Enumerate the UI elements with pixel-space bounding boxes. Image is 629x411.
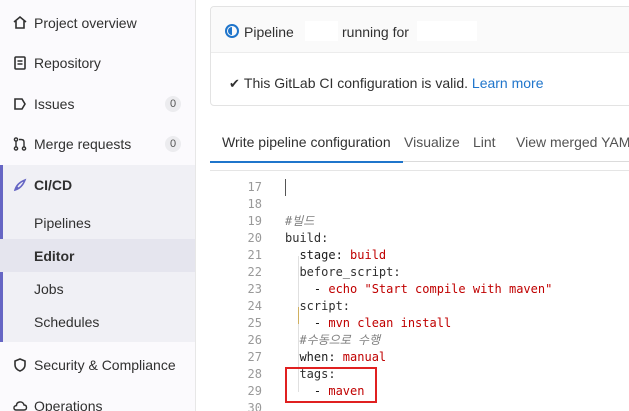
code-line[interactable]: 21 stage: build (210, 247, 629, 264)
line-number: 17 (247, 180, 262, 194)
line-number: 29 (247, 384, 262, 398)
sidebar-item-label: Issues (34, 96, 75, 112)
sidebar: Project overview Repository Issues 0 Mer… (0, 0, 196, 411)
line-number: 22 (247, 265, 262, 279)
code-line[interactable]: 19 #빌드 (210, 213, 629, 230)
document-icon (14, 56, 26, 70)
sidebar-subitem-jobs[interactable]: Jobs (0, 272, 195, 305)
sidebar-subitem-label: Jobs (34, 280, 64, 297)
sidebar-subitem-schedules[interactable]: Schedules (0, 305, 195, 338)
sidebar-item-label: CI/CD (34, 177, 73, 193)
shield-icon (14, 358, 26, 372)
main-content: Pipeline running for ✔ This GitLab CI con… (196, 0, 629, 411)
sidebar-subitem-label: Schedules (34, 313, 100, 330)
sidebar-item-label: Operations (34, 398, 103, 411)
cloud-icon (13, 401, 28, 411)
code-line[interactable]: 18 (210, 196, 629, 213)
code-line[interactable]: 17 (210, 179, 629, 196)
code-line[interactable]: 24 script: (210, 298, 629, 315)
sidebar-subitem-editor[interactable]: Editor (0, 239, 195, 272)
line-number: 20 (247, 231, 262, 245)
config-valid-message: ✔ This GitLab CI configuration is valid. … (229, 75, 544, 92)
code-text: #빌드 (285, 214, 315, 228)
sidebar-subitem-label: Pipelines (34, 214, 91, 231)
sidebar-item-label: Project overview (34, 15, 137, 31)
code-text: - mvn clean install (285, 316, 452, 330)
code-text: before_script: (285, 265, 401, 279)
sidebar-subitem-pipelines[interactable]: Pipelines (0, 206, 195, 239)
tab-lint[interactable]: Lint (473, 122, 496, 162)
code-text: stage: build (285, 248, 387, 262)
sidebar-item-merge-requests[interactable]: Merge requests 0 (0, 124, 195, 164)
text-cursor (285, 179, 286, 196)
pipeline-status-card: Pipeline running for ✔ This GitLab CI con… (210, 6, 629, 106)
merge-requests-count-badge: 0 (165, 136, 181, 152)
code-text: #수동으로 수행 (285, 333, 381, 347)
sidebar-item-security-compliance[interactable]: Security & Compliance (0, 345, 195, 385)
sidebar-item-repository[interactable]: Repository (0, 43, 195, 83)
rocket-icon (13, 178, 27, 192)
line-number: 30 (247, 401, 262, 411)
line-number: 23 (247, 282, 262, 296)
line-number: 26 (247, 333, 262, 347)
annotation-highlight-box (285, 367, 377, 403)
sidebar-item-label: Merge requests (34, 136, 132, 152)
issues-icon (14, 98, 26, 110)
issues-count-badge: 0 (165, 96, 181, 112)
line-number: 21 (247, 248, 262, 262)
sidebar-item-label: Repository (34, 55, 101, 71)
code-line[interactable]: 28 tags: (210, 366, 629, 383)
code-line[interactable]: 25 - mvn clean install (210, 315, 629, 332)
line-number: 28 (247, 367, 262, 381)
redacted-commit (417, 21, 477, 41)
code-editor[interactable]: 17 18 19 #빌드 20 build: 21 stage: build 22 befor… (210, 170, 629, 411)
home-icon (13, 15, 27, 29)
code-line[interactable]: 26 #수동으로 수행 (210, 332, 629, 349)
sidebar-item-cicd[interactable]: CI/CD (0, 165, 195, 205)
sidebar-item-label: Security & Compliance (34, 357, 176, 373)
line-number: 25 (247, 316, 262, 330)
pipeline-running-icon[interactable] (225, 24, 239, 38)
code-text: - echo "Start compile with maven" (285, 282, 553, 296)
code-line[interactable]: 23 - echo "Start compile with maven" (210, 281, 629, 298)
tab-visualize[interactable]: Visualize (404, 122, 460, 162)
line-number: 27 (247, 350, 262, 364)
code-text: build: (285, 231, 329, 245)
pipeline-status-header: Pipeline running for (211, 7, 629, 53)
tab-view-merged-yaml[interactable]: View merged YAML (516, 122, 629, 162)
tab-write-pipeline-configuration[interactable]: Write pipeline configuration (210, 122, 403, 163)
sidebar-group-cicd: CI/CD Pipelines Editor Jobs Schedules (0, 165, 195, 342)
sidebar-item-project-overview[interactable]: Project overview (0, 3, 195, 43)
line-number: 24 (247, 299, 262, 313)
sidebar-item-issues[interactable]: Issues 0 (0, 84, 195, 124)
config-valid-text: This GitLab CI configuration is valid. (243, 75, 469, 91)
code-line[interactable]: 30 (210, 400, 629, 411)
pipeline-label: Pipeline (244, 24, 294, 40)
sidebar-subitem-label: Editor (34, 247, 75, 264)
code-line[interactable]: 29 - maven (210, 383, 629, 400)
editor-tabs: Write pipeline configuration Visualize L… (210, 122, 629, 163)
code-line[interactable]: 27 when: manual (210, 349, 629, 366)
sidebar-item-operations[interactable]: Operations (0, 386, 195, 411)
line-number: 18 (247, 197, 262, 211)
line-number: 19 (247, 214, 262, 228)
redacted-pipeline-id (305, 21, 338, 41)
check-icon: ✔ (229, 76, 240, 91)
code-text: script: (285, 299, 351, 313)
merge-request-icon (13, 137, 27, 151)
learn-more-link[interactable]: Learn more (472, 75, 544, 91)
pipeline-running-text: running for (342, 24, 409, 40)
code-line[interactable]: 20 build: (210, 230, 629, 247)
code-text: when: manual (285, 350, 387, 364)
code-line[interactable]: 22 before_script: (210, 264, 629, 281)
